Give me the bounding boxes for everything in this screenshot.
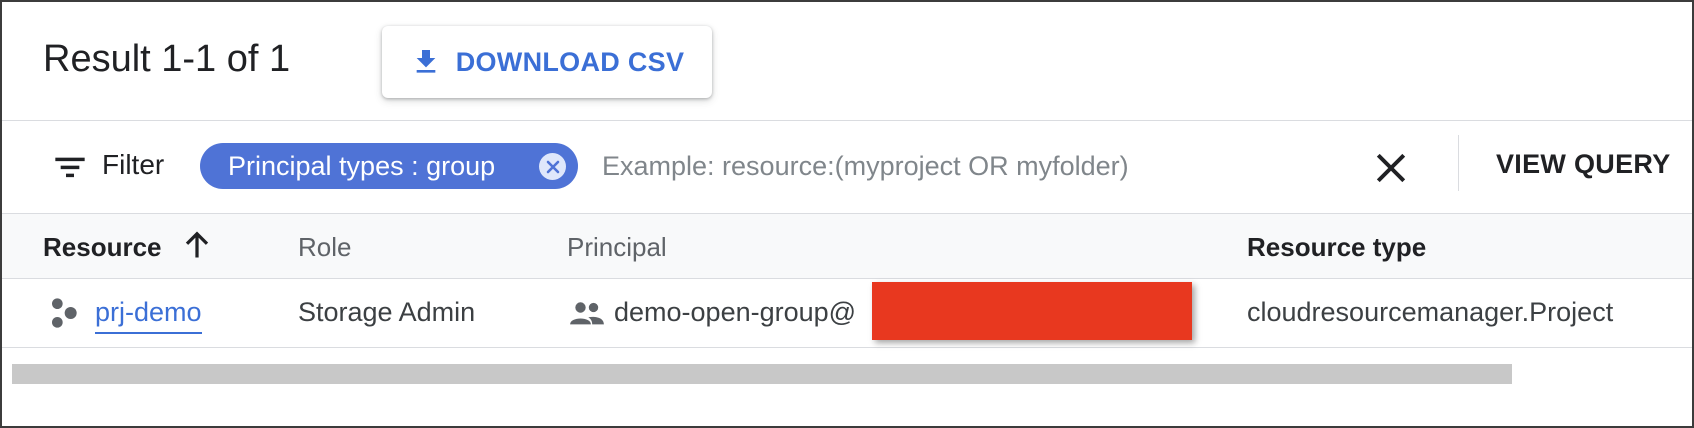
- result-count: Result 1-1 of 1: [43, 38, 291, 80]
- arrow-up-icon[interactable]: [182, 230, 212, 260]
- filter-chip-principal-types[interactable]: Principal types : group: [200, 143, 578, 189]
- view-query-button[interactable]: VIEW QUERY: [1496, 149, 1671, 180]
- project-icon: [52, 298, 77, 328]
- results-panel: Result 1-1 of 1 DOWNLOAD CSV Filter Prin…: [0, 0, 1694, 428]
- redaction-box: [872, 282, 1192, 340]
- column-header-resource-type[interactable]: Resource type: [1247, 232, 1426, 263]
- divider: [1458, 135, 1459, 191]
- table-header: Resource Role Principal Resource type: [2, 214, 1692, 279]
- download-csv-label: DOWNLOAD CSV: [455, 46, 685, 77]
- download-csv-button[interactable]: DOWNLOAD CSV: [382, 26, 712, 98]
- filter-icon[interactable]: [54, 153, 86, 181]
- download-icon: [416, 50, 436, 73]
- resource-type-cell: cloudresourcemanager.Project: [1247, 297, 1614, 327]
- resource-link[interactable]: prj-demo: [95, 297, 202, 334]
- close-icon[interactable]: [1374, 151, 1408, 185]
- table-row: prj-demo Storage Admin demo-open-group@ …: [2, 279, 1692, 348]
- role-cell: Storage Admin: [298, 297, 476, 327]
- filter-bar: Filter Principal types : group VIEW QUER…: [2, 121, 1692, 214]
- horizontal-scrollbar[interactable]: [12, 364, 1512, 384]
- column-header-principal[interactable]: Principal: [567, 232, 667, 263]
- results-header: Result 1-1 of 1 DOWNLOAD CSV: [2, 2, 1692, 121]
- group-icon: [570, 302, 604, 325]
- column-header-role[interactable]: Role: [298, 232, 351, 263]
- filter-chip-label: Principal types : group: [228, 150, 496, 181]
- filter-input[interactable]: [602, 145, 1302, 187]
- column-header-resource[interactable]: Resource: [43, 232, 162, 263]
- chip-close-icon[interactable]: [539, 153, 566, 180]
- filter-label[interactable]: Filter: [102, 149, 164, 181]
- principal-cell: demo-open-group@: [614, 297, 857, 327]
